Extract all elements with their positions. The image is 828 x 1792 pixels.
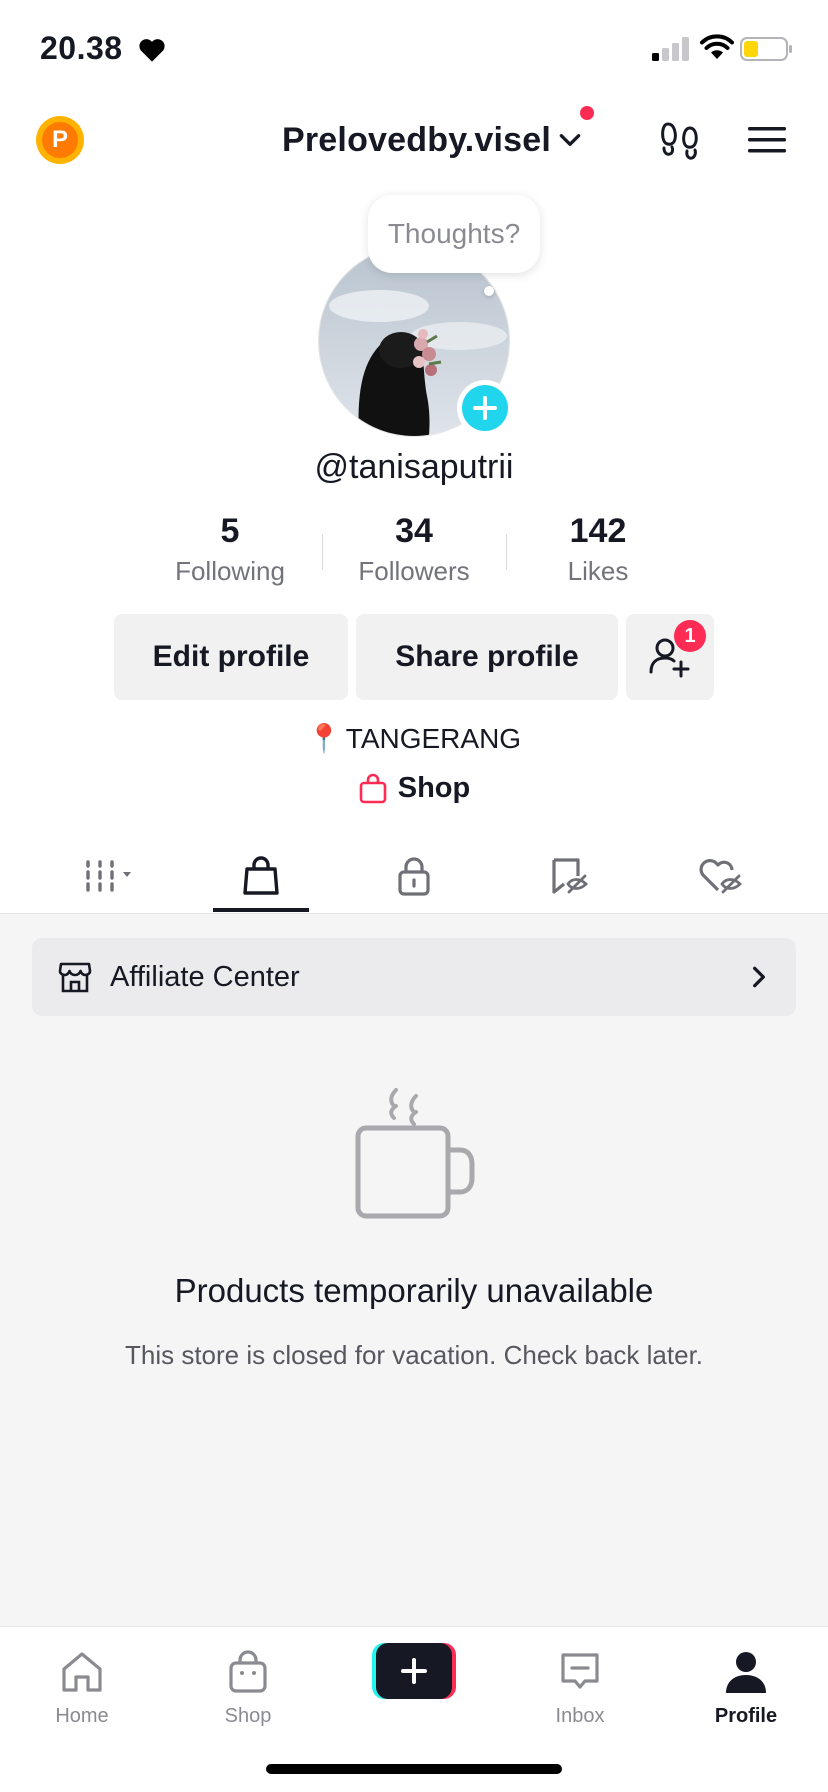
- shop-bag-icon: [229, 1650, 267, 1693]
- inbox-icon: [561, 1653, 599, 1689]
- heart-icon: [139, 39, 165, 62]
- chevron-right-icon: [753, 966, 765, 988]
- battery-icon: [740, 37, 792, 61]
- location-text: TANGERANG: [345, 723, 522, 754]
- bookmark-hidden-icon: [552, 858, 588, 894]
- nav-shop[interactable]: Shop: [188, 1637, 308, 1737]
- tab-private[interactable]: [366, 838, 462, 914]
- tab-favorites[interactable]: [520, 838, 616, 914]
- chevron-down-icon: [559, 134, 581, 146]
- signal-icon: [652, 37, 689, 61]
- menu-icon[interactable]: [746, 122, 788, 158]
- coin-icon[interactable]: P: [36, 116, 84, 164]
- share-profile-button[interactable]: Share profile: [356, 614, 618, 700]
- affiliate-center-row[interactable]: Affiliate Center: [32, 938, 796, 1016]
- active-tab-indicator: [213, 908, 309, 912]
- username: @tanisaputrii: [314, 448, 514, 486]
- plus-icon: [473, 396, 497, 420]
- nav-label: Inbox: [555, 1705, 605, 1727]
- grid-icon: [86, 860, 131, 892]
- pin-icon: 📍: [306, 723, 342, 754]
- stat-value: 34: [395, 512, 433, 550]
- profile-tabs: [0, 838, 828, 914]
- friends-badge: 1: [674, 620, 706, 652]
- thought-bubble[interactable]: Thoughts?: [368, 195, 540, 273]
- profile-stats: 5 Following 34 Followers 142 Likes: [0, 510, 828, 590]
- shop-link[interactable]: Shop: [0, 772, 828, 805]
- tab-shop[interactable]: [213, 838, 309, 914]
- nav-home[interactable]: Home: [22, 1637, 142, 1737]
- account-name: Prelovedby.visel: [282, 120, 552, 159]
- empty-state-title: Products temporarily unavailable: [174, 1272, 654, 1309]
- home-icon: [62, 1652, 102, 1692]
- top-header: P Prelovedby.visel: [0, 100, 828, 180]
- profile-icon: [726, 1652, 766, 1693]
- tab-videos[interactable]: [62, 838, 162, 914]
- notification-dot: [580, 106, 594, 120]
- stat-followers[interactable]: 34 Followers: [334, 510, 494, 587]
- footprint-icon[interactable]: [658, 118, 702, 162]
- create-button[interactable]: [372, 1643, 456, 1699]
- coffee-cup-icon: [355, 1088, 475, 1219]
- affiliate-center-label: Affiliate Center: [110, 960, 300, 993]
- heart-hidden-icon: [699, 859, 742, 894]
- shopping-bag-icon: [243, 856, 279, 895]
- stat-label: Likes: [567, 556, 629, 586]
- tab-liked[interactable]: [672, 838, 768, 914]
- stat-value: 5: [220, 512, 240, 550]
- nav-profile[interactable]: Profile: [686, 1637, 806, 1737]
- nav-inbox[interactable]: Inbox: [520, 1637, 640, 1737]
- stat-value: 142: [569, 512, 627, 550]
- nav-label: Home: [55, 1705, 109, 1727]
- account-switcher[interactable]: Prelovedby.visel: [282, 118, 583, 162]
- plus-icon: [401, 1658, 427, 1684]
- nav-label: Profile: [714, 1705, 778, 1727]
- nav-label: Shop: [224, 1705, 272, 1727]
- add-story-button[interactable]: [457, 380, 513, 436]
- stat-divider: [506, 534, 507, 570]
- stat-following[interactable]: 5 Following: [150, 510, 310, 587]
- coin-letter: P: [42, 122, 78, 158]
- shop-bag-icon: [359, 773, 387, 803]
- bio-location: 📍 TANGERANG: [0, 722, 828, 755]
- store-icon: [58, 962, 92, 993]
- status-bar: 20.38: [0, 0, 828, 100]
- stat-label: Following: [175, 556, 285, 586]
- shop-link-label: Shop: [397, 772, 471, 804]
- lock-icon: [398, 857, 430, 896]
- thought-bubble-tail: [484, 286, 494, 296]
- empty-state-description: This store is closed for vacation. Check…: [124, 1340, 704, 1370]
- stat-divider: [322, 534, 323, 570]
- thought-bubble-text: Thoughts?: [387, 218, 521, 249]
- edit-profile-button[interactable]: Edit profile: [114, 614, 348, 700]
- wifi-icon: [700, 34, 734, 59]
- home-indicator: [266, 1764, 562, 1774]
- stat-label: Followers: [358, 556, 470, 586]
- status-time: 20.38: [40, 30, 123, 66]
- stat-likes[interactable]: 142 Likes: [518, 510, 678, 587]
- shop-tab-content: Affiliate Center Products temporarily un…: [0, 914, 828, 1626]
